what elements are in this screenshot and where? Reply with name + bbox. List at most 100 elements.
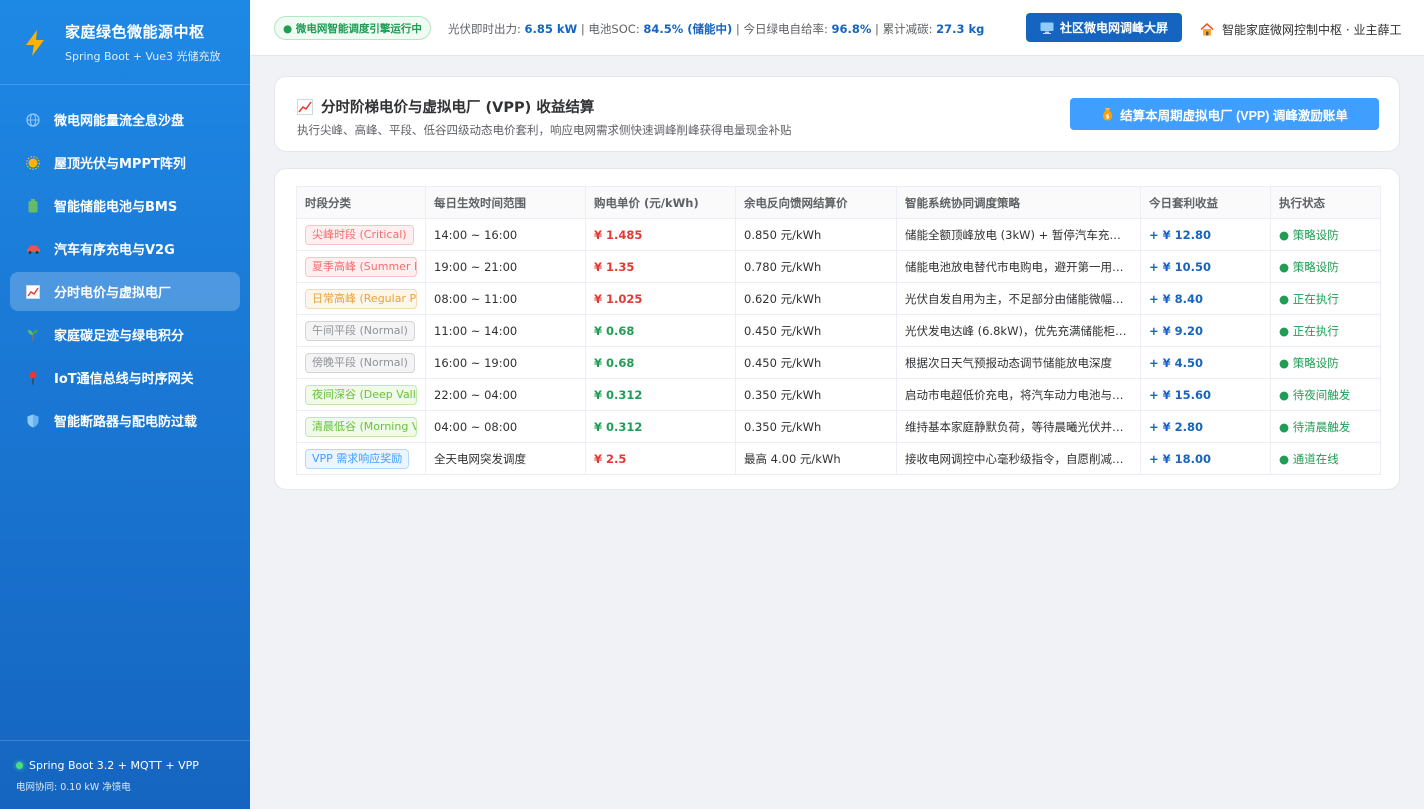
tech-stack-label: Spring Boot 3.2 + MQTT + VPP	[29, 759, 199, 772]
column-header[interactable]: 购电单价 (元/kWh)	[585, 186, 736, 219]
column-header[interactable]: 余电反向馈网结算价	[735, 186, 897, 219]
column-header[interactable]: 智能系统协同调度策略	[896, 186, 1141, 219]
buy-price-cell: ¥ 0.312	[585, 378, 736, 411]
green-rate-value: 96.8%	[831, 22, 872, 36]
status-cell: ● 策略设防	[1270, 218, 1381, 251]
period-cell: 傍晚平段 (Normal)	[296, 346, 426, 379]
engine-status-badge: ● 微电网智能调度引擎运行中	[274, 16, 431, 40]
table-row[interactable]: 日常高峰 (Regular Peak) 08:00 ~ 11:00¥ 1.0250…	[296, 282, 1381, 315]
column-header[interactable]: 今日套利收益	[1140, 186, 1271, 219]
column-header[interactable]: 时段分类	[296, 186, 426, 219]
globe-icon	[25, 112, 41, 128]
time-range-cell: 22:00 ~ 04:00	[425, 378, 586, 411]
feed-in-price-cell: 0.350 元/kWh	[735, 378, 897, 411]
status-cell: ● 策略设防	[1270, 346, 1381, 379]
table-row[interactable]: 清晨低谷 (Morning Valley) 04:00 ~ 08:00¥ 0.31…	[296, 410, 1381, 443]
sidebar-item-tou-vpp[interactable]: 分时电价与虚拟电厂	[10, 272, 240, 311]
grid-status: 电网协同: 0.10 kW 净馈电	[16, 782, 131, 793]
seedling-icon	[25, 327, 41, 343]
carbon-label: | 累计减碳:	[871, 22, 937, 36]
strategy-cell: 接收电网调控中心毫秒级指令，自愿削减…	[896, 442, 1141, 475]
chart-icon	[25, 284, 41, 300]
sidebar-item-label: 智能储能电池与BMS	[54, 200, 178, 215]
table-row[interactable]: 夜间深谷 (Deep Valley) 22:00 ~ 04:00¥ 0.3120.…	[296, 378, 1381, 411]
tariff-table-card: 时段分类 每日生效时间范围 购电单价 (元/kWh) 余电反向馈网结算价 智能系…	[274, 168, 1400, 490]
feed-in-price-cell: 0.450 元/kWh	[735, 346, 897, 379]
status-cell: ● 待夜间触发	[1270, 378, 1381, 411]
feed-in-price-cell: 0.350 元/kWh	[735, 410, 897, 443]
strategy-cell: 维持基本家庭静默负荷，等待晨曦光伏并…	[896, 410, 1141, 443]
table-row[interactable]: 夏季高峰 (Summer Peak) 19:00 ~ 21:00¥ 1.350.7…	[296, 250, 1381, 283]
period-cell: 尖峰时段 (Critical)	[296, 218, 426, 251]
time-range-cell: 19:00 ~ 21:00	[425, 250, 586, 283]
svg-text:$: $	[1106, 114, 1110, 121]
community-screen-button[interactable]: 社区微电网调峰大屏	[1026, 13, 1182, 42]
house-icon	[1200, 23, 1214, 36]
top-header: ● 微电网智能调度引擎运行中 光伏即时出力: 6.85 kW | 电池SOC: …	[250, 0, 1424, 56]
settle-vpp-bill-button[interactable]: $ 结算本周期虚拟电厂 (VPP) 调峰激励账单	[1070, 98, 1379, 130]
sidebar-item-pv[interactable]: 屋顶光伏与MPPT阵列	[10, 143, 240, 182]
user-info[interactable]: 智能家庭微网控制中枢 · 业主薛工	[1200, 21, 1401, 38]
period-cell: 夏季高峰 (Summer Peak)	[296, 250, 426, 283]
sidebar-item-ev[interactable]: 汽车有序充电与V2G	[10, 229, 240, 268]
brand: 家庭绿色微能源中枢 Spring Boot + Vue3 光储充放	[0, 0, 250, 85]
green-rate-label: | 今日绿电自给率:	[732, 22, 832, 36]
pv-label: 光伏即时出力:	[448, 22, 525, 36]
status-cell: ● 通道在线	[1270, 442, 1381, 475]
period-tag: VPP 需求响应奖励	[305, 448, 410, 469]
table-header-row: 时段分类 每日生效时间范围 购电单价 (元/kWh) 余电反向馈网结算价 智能系…	[296, 186, 1381, 219]
community-screen-label: 社区微电网调峰大屏	[1059, 21, 1168, 35]
status-cell: ● 待清晨触发	[1270, 410, 1381, 443]
soc-value: 84.5% (储能中)	[643, 22, 733, 36]
period-cell: 午间平段 (Normal)	[296, 314, 426, 347]
sidebar-item-label: 屋顶光伏与MPPT阵列	[54, 157, 186, 172]
column-header[interactable]: 执行状态	[1270, 186, 1381, 219]
strategy-cell: 光伏自发自用为主，不足部分由储能微幅…	[896, 282, 1141, 315]
time-range-cell: 14:00 ~ 16:00	[425, 218, 586, 251]
panel-subtitle: 执行尖峰、高峰、平段、低谷四级动态电价套利，响应电网需求侧快速调峰削峰获得电量现…	[297, 123, 792, 137]
sidebar-item-battery[interactable]: 智能储能电池与BMS	[10, 186, 240, 225]
money-bag-icon: $	[1103, 108, 1113, 121]
strategy-cell: 光伏发电达峰 (6.8kW)，优先充满储能柜…	[896, 314, 1141, 347]
sidebar-item-label: 微电网能量流全息沙盘	[54, 114, 185, 129]
realtime-metrics: 光伏即时出力: 6.85 kW | 电池SOC: 84.5% (储能中) | 今…	[448, 21, 984, 37]
status-cell: ● 正在执行	[1270, 282, 1381, 315]
sidebar-item-energy-flow[interactable]: 微电网能量流全息沙盘	[10, 100, 240, 139]
profit-cell: + ¥ 15.60	[1140, 378, 1271, 411]
profit-cell: + ¥ 9.20	[1140, 314, 1271, 347]
buy-price-cell: ¥ 2.5	[585, 442, 736, 475]
period-tag: 尖峰时段 (Critical)	[305, 224, 414, 245]
table-row[interactable]: 午间平段 (Normal) 11:00 ~ 14:00 ¥ 0.68 0.450 元/…	[296, 314, 1381, 347]
time-range-cell: 全天电网突发调度	[425, 442, 586, 475]
period-tag: 日常高峰 (Regular Peak)	[305, 288, 417, 309]
buy-price-cell: ¥ 0.68	[585, 346, 736, 379]
panel-title: 分时阶梯电价与虚拟电厂 (VPP) 收益结算	[297, 96, 594, 117]
status-cell: ● 策略设防	[1270, 250, 1381, 283]
feed-in-price-cell: 0.850 元/kWh	[735, 218, 897, 251]
column-header[interactable]: 每日生效时间范围	[425, 186, 586, 219]
feed-in-price-cell: 0.620 元/kWh	[735, 282, 897, 315]
time-range-cell: 16:00 ~ 19:00	[425, 346, 586, 379]
buy-price-cell: ¥ 1.35	[585, 250, 736, 283]
battery-icon	[25, 198, 41, 214]
sidebar-item-iot[interactable]: IoT通信总线与时序网关	[10, 358, 240, 397]
table-row[interactable]: 尖峰时段 (Critical) 14:00 ~ 16:00 ¥ 1.485 0.850…	[296, 218, 1381, 251]
sidebar-item-carbon[interactable]: 家庭碳足迹与绿电积分	[10, 315, 240, 354]
feed-in-price-cell: 0.780 元/kWh	[735, 250, 897, 283]
sidebar-menu: 微电网能量流全息沙盘 屋顶光伏与MPPT阵列 智能储能电池与BMS 汽车有序充电…	[10, 100, 240, 444]
lightning-icon	[26, 30, 44, 56]
strategy-cell: 储能全额顶峰放电 (3kW) + 暂停汽车充电…	[896, 218, 1141, 251]
table-row[interactable]: VPP 需求响应奖励 全天电网突发调度 ¥ 2.5 最高 4.00 元/kWh 接收电网…	[296, 442, 1381, 475]
sidebar-item-breaker[interactable]: 智能断路器与配电防过载	[10, 401, 240, 440]
period-cell: 夜间深谷 (Deep Valley)	[296, 378, 426, 411]
table-row[interactable]: 傍晚平段 (Normal) 16:00 ~ 19:00 ¥ 0.68 0.450 元/…	[296, 346, 1381, 379]
buy-price-cell: ¥ 0.312	[585, 410, 736, 443]
period-cell: VPP 需求响应奖励	[296, 442, 426, 475]
sidebar-item-label: 智能断路器与配电防过载	[54, 415, 198, 430]
period-tag: 傍晚平段 (Normal)	[305, 352, 415, 373]
brand-subtitle: Spring Boot + Vue3 光储充放	[65, 50, 221, 63]
sun-icon	[25, 155, 41, 171]
profit-cell: + ¥ 12.80	[1140, 218, 1271, 251]
sidebar-footer: Spring Boot 3.2 + MQTT + VPP 电网协同: 0.10 …	[0, 740, 250, 809]
sidebar: 家庭绿色微能源中枢 Spring Boot + Vue3 光储充放 微电网能量流…	[0, 0, 250, 809]
